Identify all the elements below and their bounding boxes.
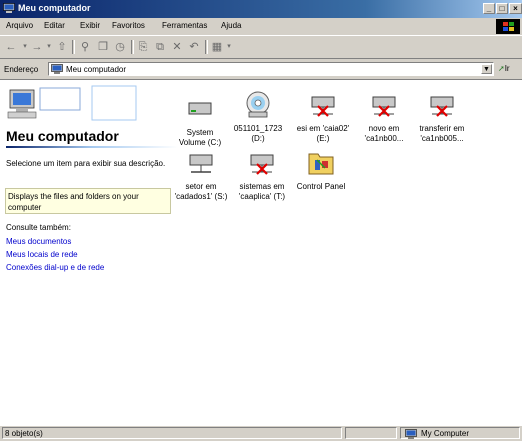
status-zone-label: My Computer [421,429,470,438]
copy-to-icon[interactable]: ⧉ [153,40,167,54]
drive-d[interactable]: 051101_1723 (D:) [226,90,290,144]
windows-logo-icon [496,19,520,34]
drive-e-label: esi em 'caia02' (E:) [296,124,350,143]
toolbar-separator [72,40,75,54]
task-panel: Meu computador Selecione um item para ex… [0,80,182,424]
address-label: Endereço [4,65,39,74]
drive-e[interactable]: esi em 'caia02' (E:) [291,90,355,144]
status-object-count: 8 objeto(s) [2,427,342,439]
views-dropdown-icon[interactable]: ▾ [222,40,236,54]
status-bar: 8 objeto(s) My Computer [0,425,522,441]
menu-favoritos[interactable]: Favoritos [112,21,145,30]
maximize-button[interactable]: □ [496,3,508,14]
my-computer-icon [51,64,63,74]
move-to-icon[interactable]: ⎘ [136,40,150,54]
drive-transferir[interactable]: transferir em'ca1nb005... [410,90,474,144]
maximize-icon: □ [499,4,505,13]
my-computer-icon [405,429,417,439]
see-also-heading: Consulte também: [6,223,71,232]
cd-drive-icon [246,91,270,118]
search-icon[interactable]: ⚲ [78,40,92,54]
drive-novo[interactable]: novo em'ca1nb00... [352,90,416,144]
address-bar: Endereço Meu computador ▼ ➚Ir [0,59,522,80]
close-icon: × [513,4,518,13]
minimize-icon: _ [486,4,492,13]
heading-divider [6,146,178,148]
link-meus-documentos[interactable]: Meus documentos [6,237,71,246]
up-folder-icon[interactable]: ⇧ [55,40,69,54]
network-drive-icon [189,154,213,173]
my-computer-banner-icon [7,85,137,121]
control-panel-folder[interactable]: Control Panel [289,148,353,192]
disconnected-network-drive-icon [372,96,396,117]
delete-icon[interactable]: ✕ [170,40,184,54]
hard-drive-icon [188,102,212,115]
menu-ajuda[interactable]: Ajuda [221,21,241,30]
page-title: Meu computador [6,128,119,144]
drive-s[interactable]: setor em'cadados1' (S:) [169,148,233,202]
menu-ferramentas[interactable]: Ferramentas [162,21,207,30]
my-computer-icon [3,3,15,13]
window-title: Meu computador [18,3,91,13]
disconnected-network-drive-icon [311,96,335,117]
menu-exibir[interactable]: Exibir [80,21,100,30]
go-label: Ir [504,64,510,73]
status-empty-cell [345,427,397,439]
toolbar-separator [205,40,208,54]
drive-transferir-label: transferir em'ca1nb005... [419,124,465,143]
status-zone: My Computer [400,427,520,439]
control-panel-folder-icon [308,153,334,175]
history-icon[interactable]: ◷ [113,40,127,54]
close-button[interactable]: × [509,3,522,14]
drive-d-label: 051101_1723 (D:) [233,124,283,143]
address-field[interactable]: Meu computador ▼ [48,62,494,76]
go-arrow-icon: ➚ [498,64,505,73]
toolbar-separator [131,40,134,54]
link-conexoes-dial-up[interactable]: Conexões dial-up e de rede [6,263,104,272]
menu-arquivo[interactable]: Arquivo [6,21,33,30]
drive-c-label: System Volume (C:) [178,128,222,147]
panel-description: Selecione um item para exibir sua descri… [6,159,166,168]
address-value: Meu computador [66,65,127,74]
drive-t[interactable]: sistemas em'caaplica' (T:) [230,148,294,202]
disconnected-network-drive-icon [430,96,454,117]
control-panel-label: Control Panel [296,182,346,191]
item-info-box: Displays the files and folders on your c… [5,188,171,214]
forward-dropdown-icon[interactable]: ▾ [42,40,56,54]
title-bar[interactable]: Meu computador _ □ × [0,0,522,18]
menu-editar[interactable]: Editar [44,21,65,30]
disconnected-network-drive-icon [250,154,274,175]
address-dropdown-button[interactable]: ▼ [481,64,492,74]
drive-s-label: setor em'cadados1' (S:) [174,182,228,201]
drive-novo-label: novo em'ca1nb00... [364,124,404,143]
link-meus-locais-de-rede[interactable]: Meus locais de rede [6,250,78,259]
folders-icon[interactable]: ❐ [96,40,110,54]
minimize-button[interactable]: _ [483,3,495,14]
go-button[interactable]: ➚Ir [498,64,510,73]
drive-t-label: sistemas em'caaplica' (T:) [238,182,286,201]
menu-bar: Arquivo Editar Exibir Favoritos Ferramen… [0,18,522,36]
back-arrow-icon[interactable]: ← [4,40,18,54]
undo-icon[interactable]: ↶ [187,40,201,54]
drive-c[interactable]: System Volume (C:) [168,94,232,148]
toolbar: ← ▾ → ▾ ⇧ ⚲ ❐ ◷ ⎘ ⧉ ✕ ↶ ▦ ▾ [0,36,522,59]
chevron-down-icon: ▼ [483,66,490,73]
